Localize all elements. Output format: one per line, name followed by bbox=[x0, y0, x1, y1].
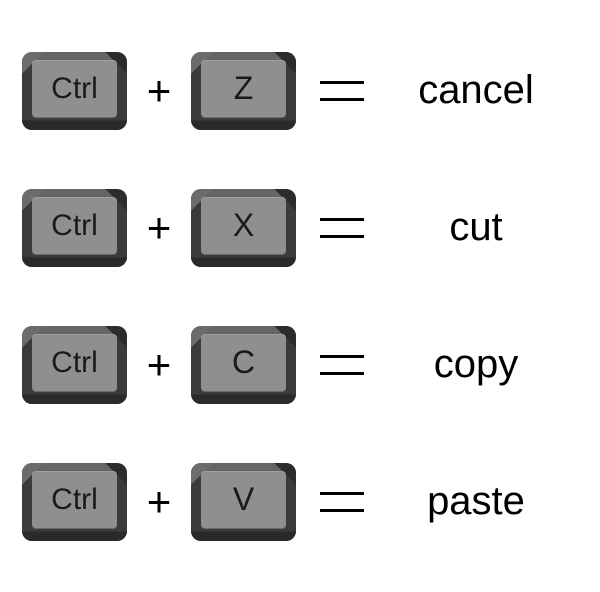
letter-key: V bbox=[191, 463, 296, 541]
letter-key-label: C bbox=[232, 344, 255, 381]
plus-icon: + bbox=[133, 204, 185, 252]
action-label: paste bbox=[382, 479, 578, 524]
letter-key: C bbox=[191, 326, 296, 404]
letter-key-label: V bbox=[233, 481, 254, 518]
modifier-key: Ctrl bbox=[22, 189, 127, 267]
letter-key-label: Z bbox=[234, 70, 254, 107]
equals-icon bbox=[320, 492, 364, 512]
plus-icon: + bbox=[133, 478, 185, 526]
letter-key: Z bbox=[191, 52, 296, 130]
action-label: copy bbox=[382, 342, 578, 387]
equals-icon bbox=[320, 355, 364, 375]
action-label: cut bbox=[382, 205, 578, 250]
shortcut-diagram: Ctrl + Z cancel Ctrl + X cut Ctrl + C co… bbox=[0, 0, 600, 592]
modifier-key: Ctrl bbox=[22, 326, 127, 404]
plus-icon: + bbox=[133, 67, 185, 115]
letter-key-label: X bbox=[233, 207, 254, 244]
shortcut-row: Ctrl + X cut bbox=[22, 159, 578, 296]
modifier-key-label: Ctrl bbox=[51, 346, 98, 380]
shortcut-row: Ctrl + C copy bbox=[22, 296, 578, 433]
shortcut-row: Ctrl + Z cancel bbox=[22, 22, 578, 159]
modifier-key-label: Ctrl bbox=[51, 209, 98, 243]
shortcut-row: Ctrl + V paste bbox=[22, 433, 578, 570]
modifier-key: Ctrl bbox=[22, 52, 127, 130]
modifier-key: Ctrl bbox=[22, 463, 127, 541]
modifier-key-label: Ctrl bbox=[51, 483, 98, 517]
letter-key: X bbox=[191, 189, 296, 267]
action-label: cancel bbox=[382, 68, 578, 113]
equals-icon bbox=[320, 81, 364, 101]
equals-icon bbox=[320, 218, 364, 238]
modifier-key-label: Ctrl bbox=[51, 72, 98, 106]
plus-icon: + bbox=[133, 341, 185, 389]
